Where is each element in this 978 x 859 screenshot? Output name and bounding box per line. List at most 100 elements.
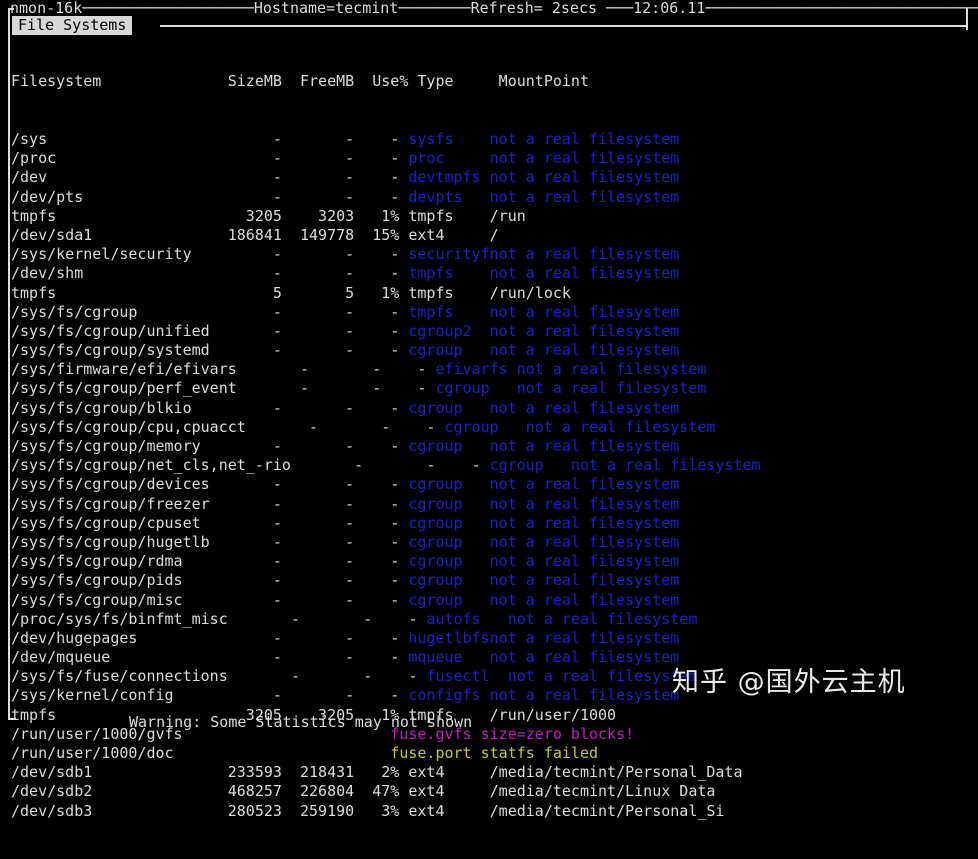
table-row: /sys/fs/cgroup/memory - - - cgroup not a… — [11, 437, 761, 456]
table-row: /sys/fs/cgroup/systemd - - - cgroup not … — [11, 341, 761, 360]
row-filesystem-metrics: /dev/sdb3 280523 259190 3% — [11, 801, 409, 820]
table-row: /proc/sys/fs/binfmt_misc - - - autofs no… — [11, 610, 761, 629]
file-systems-table: Filesystem SizeMB FreeMB Use% Type Mount… — [11, 34, 761, 859]
table-row: /sys/fs/cgroup/pids - - - cgroup not a r… — [11, 571, 761, 590]
row-type-mount: efivarfs not a real filesystem — [435, 360, 707, 379]
row-filesystem-metrics: /sys/fs/cgroup/memory - - - — [11, 437, 409, 455]
table-row: /sys/fs/cgroup/blkio - - - cgroup not a … — [11, 399, 761, 418]
row-filesystem-metrics: /sys/fs/cgroup/unified - - - — [11, 321, 409, 340]
table-row: /proc - - - proc not a real filesystem — [11, 149, 761, 168]
nmon-top-status-line: nmon-16k───────────────────Hostname=tecm… — [10, 0, 978, 17]
row-type-mount: cgroup not a real filesystem — [489, 456, 761, 475]
row-type-mount: ext4 / — [408, 225, 499, 244]
row-filesystem-metrics: /sys/fs/cgroup - - - — [11, 302, 409, 321]
frame-border-left — [8, 8, 10, 720]
row-filesystem-metrics: /sys/fs/cgroup/cpuset - - - — [11, 513, 409, 532]
row-type-mount: cgroup2 not a real filesystem — [408, 321, 680, 340]
row-filesystem-metrics: /sys/fs/cgroup/freezer - - - — [11, 494, 409, 513]
table-row: /dev/sdb3 280523 259190 3% ext4 /media/t… — [11, 802, 761, 821]
row-type-mount: tmpfs not a real filesystem — [408, 264, 680, 283]
row-filesystem-metrics: tmpfs 3205 3203 1% — [11, 206, 409, 225]
row-filesystem-metrics: /proc/sys/fs/binfmt_misc - - - — [11, 609, 427, 628]
table-row: /sys/kernel/security - - - securityfnot … — [11, 245, 761, 264]
row-filesystem-metrics: /sys/fs/fuse/connections - - - — [11, 667, 427, 686]
row-type-mount: tmpfs /run — [408, 206, 526, 225]
table-row: /sys/fs/cgroup/hugetlb - - - cgroup not … — [11, 533, 761, 552]
footer-warning: Warning: Some Statistics may not shown — [129, 713, 473, 731]
row-type-mount: ext4 /media/tecmint/Personal_Data — [408, 763, 743, 782]
row-warning: fuse.port statfs failed — [390, 744, 599, 762]
row-type-mount: cgroup not a real filesystem — [408, 552, 680, 571]
table-row: /sys - - - sysfs not a real filesystem — [11, 130, 761, 149]
row-filesystem-metrics: /sys/fs/cgroup/rdma - - - — [11, 552, 409, 571]
row-type-mount: fusectl not a real filesystem — [426, 667, 698, 686]
row-type-mount: devpts not a real filesystem — [408, 187, 680, 206]
table-row: /sys/fs/cgroup - - - tmpfs not a real fi… — [11, 303, 761, 322]
row-type-mount: autofs not a real filesystem — [426, 609, 698, 628]
row-filesystem-metrics: /sys/fs/cgroup/systemd - - - — [11, 341, 409, 360]
panel-tab-file-systems[interactable]: File Systems — [12, 16, 133, 35]
row-type-mount: sysfs not a real filesystem — [408, 130, 680, 148]
row-type-mount: cgroup not a real filesystem — [408, 590, 680, 609]
row-type-mount: tmpfs /run/lock — [408, 283, 571, 302]
table-row: /sys/kernel/config - - - configfs not a … — [11, 686, 761, 705]
table-row: /sys/fs/cgroup/rdma - - - cgroup not a r… — [11, 552, 761, 571]
table-row: /dev/pts - - - devpts not a real filesys… — [11, 188, 761, 207]
table-row: /sys/fs/cgroup/net_cls,net_-rio - - - cg… — [11, 456, 761, 475]
row-filesystem-metrics: tmpfs 5 5 1% — [11, 283, 409, 302]
watermark-overlay: 知乎 @国外云主机 — [672, 667, 906, 698]
row-type-mount: cgroup not a real filesystem — [408, 341, 680, 360]
row-filesystem-metrics: /sys - - - — [11, 130, 409, 148]
row-type-mount: cgroup not a real filesystem — [408, 475, 680, 494]
table-row: /dev/sdb1 233593 218431 2% ext4 /media/t… — [11, 763, 761, 782]
row-filesystem-metrics: /sys/fs/cgroup/blkio - - - — [11, 398, 409, 417]
row-type-mount: configfs not a real filesystem — [408, 686, 680, 705]
row-filesystem-metrics: /proc - - - — [11, 149, 409, 168]
table-row: tmpfs 3205 3203 1% tmpfs /run — [11, 207, 761, 226]
table-row: /sys/firmware/efi/efivars - - - efivarfs… — [11, 360, 761, 379]
row-filesystem-metrics: /dev/pts - - - — [11, 187, 409, 206]
table-row: /sys/fs/cgroup/devices - - - cgroup not … — [11, 475, 761, 494]
row-type-mount: mqueue not a real filesystem — [408, 648, 680, 667]
row-filesystem-metrics: /dev/sda1 186841 149778 15% — [11, 225, 409, 244]
table-row: /sys/fs/cgroup/cpuset - - - cgroup not a… — [11, 514, 761, 533]
row-filesystem-metrics: /sys/firmware/efi/efivars - - - — [11, 360, 436, 379]
row-type-mount: ext4 /media/tecmint/Linux Data — [408, 782, 716, 801]
row-type-mount: cgroup not a real filesystem — [408, 437, 680, 455]
row-filesystem-metrics: /sys/fs/cgroup/misc - - - — [11, 590, 409, 609]
row-filesystem-metrics: /sys/kernel/config - - - — [11, 686, 409, 705]
row-type-mount: securityfnot a real filesystem — [408, 245, 680, 264]
table-row: /sys/fs/cgroup/perf_event - - - cgroup n… — [11, 379, 761, 398]
table-row: /dev/shm - - - tmpfs not a real filesyst… — [11, 264, 761, 283]
table-row: /dev/mqueue - - - mqueue not a real file… — [11, 648, 761, 667]
row-type-mount: cgroup not a real filesystem — [408, 571, 680, 590]
table-column-header: Filesystem SizeMB FreeMB Use% Type Mount… — [11, 72, 589, 91]
row-type-mount: proc not a real filesystem — [408, 149, 680, 168]
table-row: /dev/sda1 186841 149778 15% ext4 / — [11, 226, 761, 245]
row-type-mount: cgroup not a real filesystem — [408, 513, 680, 532]
row-filesystem-metrics: /sys/fs/cgroup/hugetlb - - - — [11, 532, 409, 551]
panel-separator-line — [160, 25, 966, 27]
terminal-screen[interactable]: nmon-16k───────────────────Hostname=tecm… — [0, 0, 978, 820]
row-type-mount: devtmpfs not a real filesystem — [408, 168, 680, 187]
row-type-mount: hugetlbfsnot a real filesystem — [408, 628, 680, 647]
table-row: /dev/sdb2 468257 226804 47% ext4 /media/… — [11, 782, 761, 801]
row-filesystem-metrics: /sys/fs/cgroup/cpu,cpuacct - - - — [11, 417, 445, 436]
table-row: /dev/hugepages - - - hugetlbfsnot a real… — [11, 629, 761, 648]
row-filesystem-metrics: /sys/fs/cgroup/net_cls,net_-rio - - - — [11, 456, 490, 475]
row-type-mount: cgroup not a real filesystem — [444, 417, 716, 436]
row-filesystem-metrics: /dev/mqueue - - - — [11, 648, 409, 667]
row-type-mount: ext4 /media/tecmint/Personal_Si — [408, 801, 725, 820]
row-filesystem-metrics: /dev/shm - - - — [11, 264, 409, 283]
row-filesystem-metrics: /dev - - - — [11, 168, 409, 187]
row-type-mount: cgroup not a real filesystem — [408, 398, 680, 417]
row-filesystem-metrics: /sys/fs/cgroup/devices - - - — [11, 475, 409, 494]
row-filesystem-metrics: /dev/sdb2 468257 226804 47% — [11, 782, 409, 801]
table-row: /dev - - - devtmpfs not a real filesyste… — [11, 168, 761, 187]
table-row: tmpfs 5 5 1% tmpfs /run/lock — [11, 284, 761, 303]
row-filesystem-metrics: /dev/hugepages - - - — [11, 628, 409, 647]
row-filesystem-metrics: /dev/sdb1 233593 218431 2% — [11, 763, 409, 782]
row-type-mount: cgroup not a real filesystem — [408, 494, 680, 513]
table-row: /sys/fs/cgroup/unified - - - cgroup2 not… — [11, 322, 761, 341]
table-row: /sys/fs/cgroup/misc - - - cgroup not a r… — [11, 591, 761, 610]
